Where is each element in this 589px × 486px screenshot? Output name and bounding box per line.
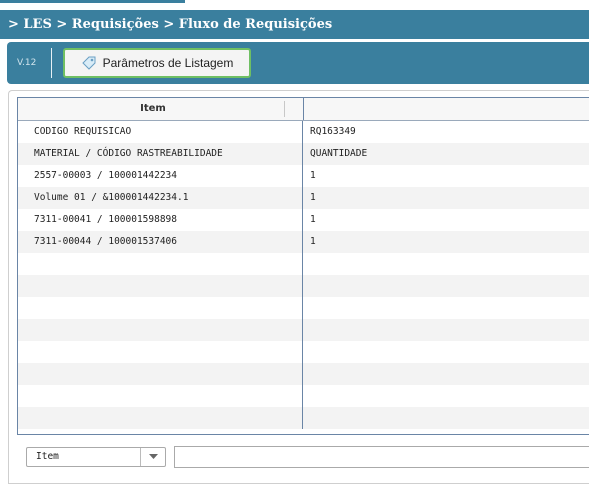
cell-item: [18, 385, 303, 407]
cell-value: [303, 275, 589, 297]
listing-parameters-button[interactable]: Parâmetros de Listagem: [63, 48, 251, 78]
cell-value: QUANTIDADE: [310, 148, 368, 159]
table-row[interactable]: Volume 01 / &100001442234.1 1: [18, 187, 589, 209]
filter-field-value: Item: [36, 451, 59, 462]
table-row[interactable]: 2557-00003 / 100001442234 1: [18, 165, 589, 187]
column-resize-handle[interactable]: [284, 101, 285, 117]
tag-icon: [81, 55, 97, 71]
cell-value: 1: [310, 236, 316, 247]
table-row[interactable]: 7311-00044 / 100001537406 1: [18, 231, 589, 253]
cell-value: [303, 297, 589, 319]
table-row[interactable]: [18, 407, 589, 429]
version-label: V.12: [17, 58, 37, 68]
cell-item: 7311-00041 / 100001598898: [18, 209, 303, 231]
table-row[interactable]: [18, 275, 589, 297]
cell-item: CODIGO REQUISICAO: [18, 121, 303, 143]
breadcrumb: > LES > Requisições > Fluxo de Requisiçõ…: [0, 10, 589, 39]
toolbar-divider: [51, 48, 52, 78]
listing-parameters-label: Parâmetros de Listagem: [102, 56, 234, 70]
data-grid: Item CODIGO REQUISICAO RQ163349 MATERIAL /…: [17, 97, 589, 435]
cell-item: [18, 297, 303, 319]
grid-rows: CODIGO REQUISICAO RQ163349 MATERIAL / CÓDI…: [18, 121, 589, 429]
list-panel: Item CODIGO REQUISICAO RQ163349 MATERIAL /…: [8, 90, 589, 484]
cell-value: [303, 385, 589, 407]
cell-item: 7311-00044 / 100001537406: [18, 231, 303, 253]
top-accent-line: [0, 0, 185, 3]
cell-value: [303, 363, 589, 385]
cell-value: [303, 319, 589, 341]
cell-value: 1: [310, 214, 316, 225]
chevron-down-icon[interactable]: [140, 448, 165, 466]
cell-item: [18, 341, 303, 363]
cell-item: [18, 319, 303, 341]
cell-value: [303, 253, 589, 275]
filter-input[interactable]: [174, 446, 589, 468]
column-header-value[interactable]: [304, 98, 589, 120]
table-row[interactable]: [18, 253, 589, 275]
cell-item: [18, 275, 303, 297]
table-row[interactable]: [18, 341, 589, 363]
table-row[interactable]: MATERIAL / CÓDIGO RASTREABILIDADE QUANTID…: [18, 143, 589, 165]
top-strip: [0, 0, 589, 10]
cell-item: 2557-00003 / 100001442234: [18, 165, 303, 187]
table-row[interactable]: 7311-00041 / 100001598898 1: [18, 209, 589, 231]
table-row[interactable]: [18, 363, 589, 385]
cell-item: Volume 01 / &100001442234.1: [18, 187, 303, 209]
cell-value: 1: [310, 192, 316, 203]
cell-item: MATERIAL / CÓDIGO RASTREABILIDADE: [18, 143, 303, 165]
table-row[interactable]: CODIGO REQUISICAO RQ163349: [18, 121, 589, 143]
table-row[interactable]: [18, 385, 589, 407]
cell-value: [303, 407, 589, 429]
filter-bar: Item: [17, 435, 589, 483]
table-row[interactable]: [18, 297, 589, 319]
cell-item: [18, 407, 303, 429]
table-row[interactable]: [18, 319, 589, 341]
grid-header: Item: [18, 98, 589, 121]
cell-value: RQ163349: [310, 126, 356, 137]
cell-value: [303, 341, 589, 363]
cell-value: 1: [310, 170, 316, 181]
cell-item: [18, 363, 303, 385]
toolbar: V.12 Parâmetros de Listagem: [7, 42, 589, 84]
column-header-item[interactable]: Item: [18, 98, 304, 120]
cell-item: [18, 253, 303, 275]
filter-field-select[interactable]: Item: [26, 447, 166, 467]
